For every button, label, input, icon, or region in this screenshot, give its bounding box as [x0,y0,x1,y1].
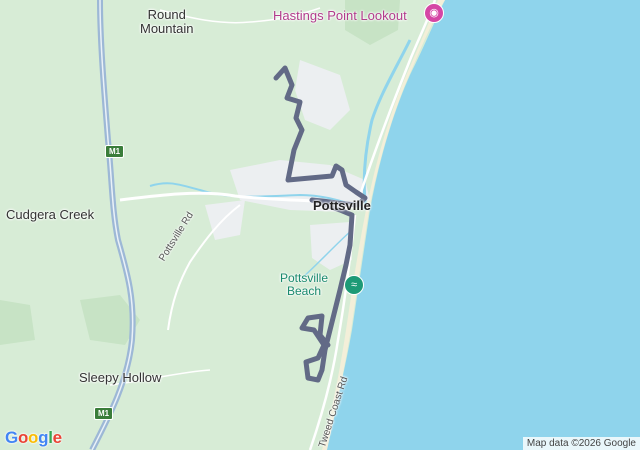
poi-label-pottsville-beach[interactable]: Pottsville Beach [280,272,328,297]
place-label-cudgera-creek[interactable]: Cudgera Creek [6,208,94,222]
ocean [325,0,640,450]
camera-icon[interactable]: ◉ [424,3,444,23]
place-label-sleepy-hollow[interactable]: Sleepy Hollow [79,371,161,385]
google-logo[interactable]: Google [5,428,62,448]
place-label-pottsville[interactable]: Pottsville [313,199,371,213]
m1-shield-south: M1 [94,407,114,420]
swimming-icon[interactable]: ≈ [344,275,364,295]
place-label-round-mountain[interactable]: Round Mountain [140,8,193,35]
m1-shield-north: M1 [105,145,125,158]
urban-area-north [295,60,350,130]
poi-label-hastings-point-lookout[interactable]: Hastings Point Lookout [273,9,407,23]
map-attribution[interactable]: Map data ©2026 Google [522,437,640,450]
forest-patch [0,300,35,345]
map-canvas[interactable]: Round Mountain Cudgera Creek Pottsville S… [0,0,640,450]
